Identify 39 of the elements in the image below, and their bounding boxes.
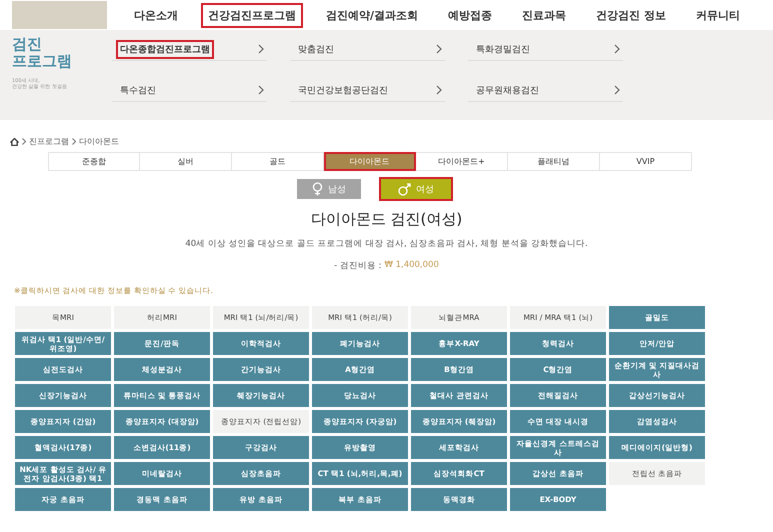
program-tab[interactable]: 다이아몬드+: [416, 152, 508, 171]
nav-item[interactable]: 커뮤니티: [688, 2, 747, 28]
chevron-icon: [436, 85, 442, 95]
chevron-icon: [436, 44, 442, 54]
nav-item[interactable]: 다온소개: [127, 2, 185, 28]
chevron-icon: [614, 44, 620, 54]
gender-button[interactable]: 남성: [297, 179, 361, 199]
chevron-icon: [72, 138, 76, 145]
breadcrumb-item[interactable]: 다이아몬드: [79, 136, 119, 147]
submenu-item[interactable]: 공무원채용검진: [468, 79, 623, 102]
nav-item[interactable]: 건강검진프로그램: [201, 2, 303, 28]
page-title: 다이아몬드 검진(여성): [310, 210, 464, 229]
home-icon[interactable]: [10, 138, 19, 146]
price-label: - 검진비용 :: [334, 260, 382, 272]
program-tab[interactable]: 준종합: [48, 152, 140, 171]
submenu-title: 검진 프로그램: [12, 36, 73, 70]
nav-item[interactable]: 건강검진 정보: [589, 2, 673, 28]
female-symbol-icon: [312, 182, 323, 196]
breadcrumb-item[interactable]: 진프로그램: [29, 136, 69, 147]
submenu-item[interactable]: 국민건강보험공단검진: [290, 79, 445, 102]
chevron-icon: [22, 138, 26, 145]
submenu-item[interactable]: 맞춤검진: [290, 38, 445, 61]
nav-item[interactable]: 예방접종: [441, 2, 500, 28]
program-tab[interactable]: 플래티넘: [508, 152, 600, 171]
program-tab[interactable]: 다이아몬드: [324, 152, 416, 171]
submenu-item[interactable]: 특화경밀검진: [468, 38, 623, 61]
nav-item[interactable]: 검진예약/결과조회: [319, 2, 426, 28]
chevron-icon: [258, 85, 264, 95]
program-tab[interactable]: 골드: [232, 152, 324, 171]
program-tab[interactable]: 실버: [140, 152, 232, 171]
nav-item[interactable]: 진료과목: [515, 2, 574, 28]
male-symbol-icon: [398, 182, 411, 196]
chevron-icon: [614, 85, 620, 95]
submenu-item[interactable]: 특수검진: [112, 79, 267, 102]
program-tab[interactable]: VVIP: [600, 152, 692, 171]
price-value: ₩ 1,400,000: [384, 260, 439, 272]
description-text: 40세 이상 성인을 대상으로 골드 프로그램에 대장 검사, 심장초음파 검사, 체형 분석을 강화했습니다.: [184, 238, 589, 250]
gender-button[interactable]: 여성: [381, 179, 451, 199]
chevron-icon: [258, 44, 264, 54]
